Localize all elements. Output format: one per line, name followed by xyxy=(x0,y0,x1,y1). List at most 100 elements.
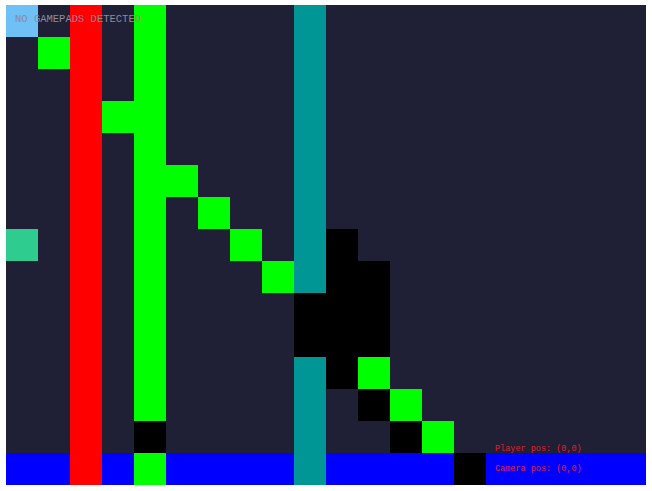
tile xyxy=(102,421,134,453)
tile xyxy=(614,101,646,133)
tile xyxy=(454,69,486,101)
tile xyxy=(454,389,486,421)
tile xyxy=(198,229,230,261)
tile xyxy=(70,325,102,357)
tile xyxy=(486,69,518,101)
tile xyxy=(166,453,198,485)
tile xyxy=(198,69,230,101)
tile xyxy=(134,229,166,261)
tile xyxy=(422,165,454,197)
tile xyxy=(134,421,166,453)
tile xyxy=(518,133,550,165)
tile xyxy=(102,37,134,69)
tile xyxy=(390,165,422,197)
tile xyxy=(614,69,646,101)
tile xyxy=(326,453,358,485)
tile xyxy=(358,261,390,293)
tile xyxy=(582,453,614,485)
tile xyxy=(390,101,422,133)
tile xyxy=(326,389,358,421)
tile xyxy=(582,229,614,261)
tile xyxy=(102,165,134,197)
tile xyxy=(550,37,582,69)
tile xyxy=(550,5,582,37)
tile xyxy=(422,5,454,37)
tile xyxy=(486,197,518,229)
tile xyxy=(358,133,390,165)
tile xyxy=(390,261,422,293)
tile xyxy=(294,37,326,69)
tile xyxy=(166,421,198,453)
tile xyxy=(166,133,198,165)
tile xyxy=(198,357,230,389)
tile xyxy=(134,389,166,421)
tile xyxy=(454,133,486,165)
tile xyxy=(358,357,390,389)
tile xyxy=(550,133,582,165)
tile xyxy=(6,325,38,357)
tile xyxy=(198,165,230,197)
tile xyxy=(198,453,230,485)
tile xyxy=(422,453,454,485)
tile xyxy=(230,389,262,421)
tile xyxy=(326,101,358,133)
tile xyxy=(38,453,70,485)
tile xyxy=(6,357,38,389)
tile xyxy=(390,293,422,325)
tile xyxy=(326,165,358,197)
tile xyxy=(134,133,166,165)
tile xyxy=(38,133,70,165)
tile xyxy=(102,133,134,165)
tile xyxy=(294,261,326,293)
tile xyxy=(166,293,198,325)
tile xyxy=(6,69,38,101)
tile xyxy=(582,389,614,421)
tile xyxy=(198,261,230,293)
tile xyxy=(134,165,166,197)
tile xyxy=(454,421,486,453)
tile xyxy=(550,101,582,133)
tile xyxy=(230,133,262,165)
tile xyxy=(102,69,134,101)
tile xyxy=(614,389,646,421)
tile xyxy=(550,165,582,197)
tile xyxy=(102,197,134,229)
tile xyxy=(294,133,326,165)
tile xyxy=(550,229,582,261)
tile xyxy=(614,325,646,357)
tile xyxy=(70,165,102,197)
tile xyxy=(134,261,166,293)
tile xyxy=(70,69,102,101)
tile xyxy=(518,37,550,69)
tile xyxy=(134,453,166,485)
tile xyxy=(486,293,518,325)
tile xyxy=(198,197,230,229)
tile xyxy=(294,69,326,101)
tile xyxy=(582,37,614,69)
tile xyxy=(518,389,550,421)
tile xyxy=(550,357,582,389)
tile xyxy=(38,165,70,197)
tile xyxy=(198,5,230,37)
tile xyxy=(38,101,70,133)
tile xyxy=(230,293,262,325)
tile xyxy=(358,421,390,453)
tile xyxy=(582,421,614,453)
tile xyxy=(550,261,582,293)
tile xyxy=(230,453,262,485)
tile xyxy=(422,69,454,101)
tile xyxy=(390,357,422,389)
tile xyxy=(390,5,422,37)
tile xyxy=(6,293,38,325)
tile xyxy=(486,389,518,421)
tile xyxy=(390,69,422,101)
tile xyxy=(294,357,326,389)
tile xyxy=(614,37,646,69)
tile xyxy=(518,69,550,101)
tile xyxy=(326,37,358,69)
tile xyxy=(518,197,550,229)
tile xyxy=(6,165,38,197)
tile xyxy=(422,229,454,261)
tile xyxy=(422,261,454,293)
tile xyxy=(518,261,550,293)
